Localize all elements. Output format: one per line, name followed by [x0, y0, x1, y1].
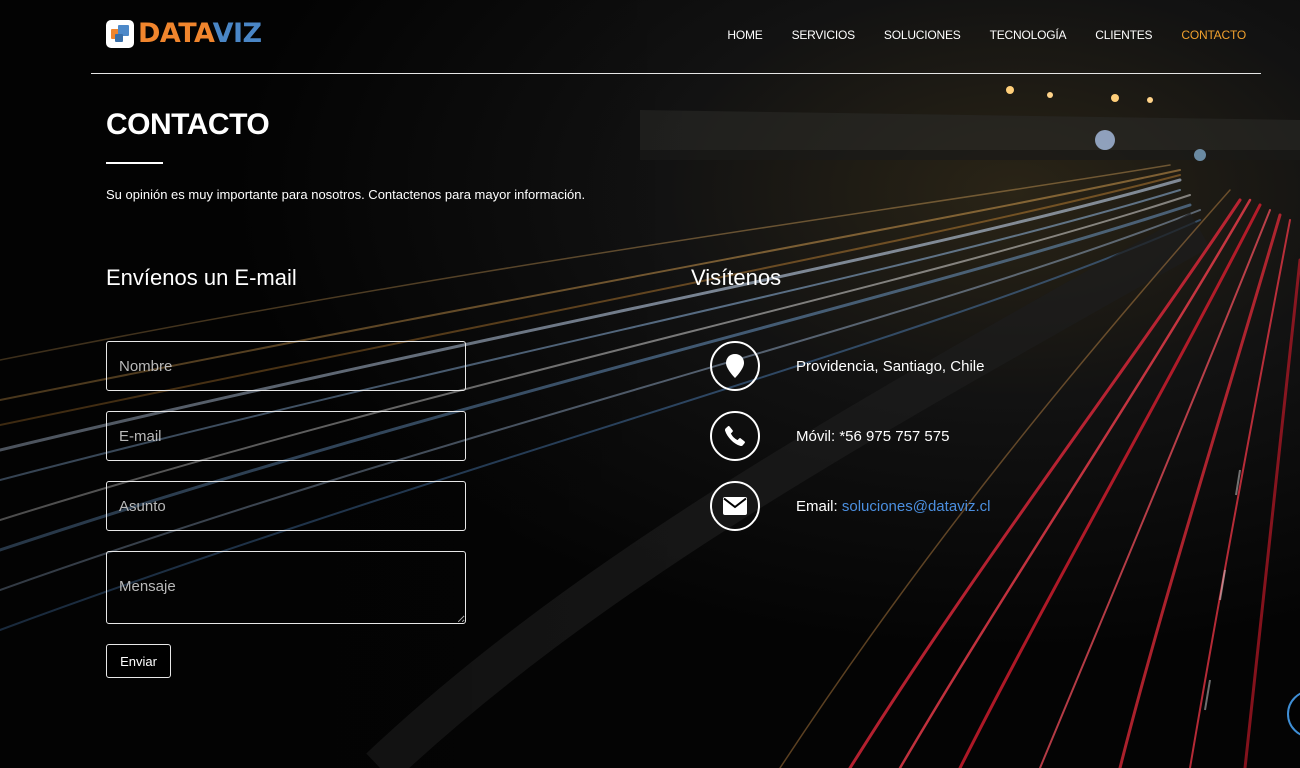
nav-item-servicios[interactable]: SERVICIOS [792, 28, 856, 42]
address-text: Providencia, Santiago, Chile [796, 357, 985, 375]
phone-label: Móvil: [796, 427, 836, 445]
envelope-icon [710, 481, 760, 531]
brand-name-part2: VIZ [212, 18, 263, 49]
brand-name: DATAVIZ [138, 18, 262, 49]
email-input[interactable] [106, 411, 466, 461]
phone-icon [710, 411, 760, 461]
map-marker-icon [710, 341, 760, 391]
form-heading: Envíenos un E-mail [106, 265, 297, 290]
site-header: DATAVIZ HOME SERVICIOS SOLUCIONES TECNOL… [91, 0, 1261, 74]
page-subtitle: Su opinión es muy importante para nosotr… [106, 187, 586, 202]
email-label: Email: [796, 497, 838, 515]
contact-page: DATAVIZ HOME SERVICIOS SOLUCIONES TECNOL… [0, 0, 1300, 768]
message-textarea[interactable] [106, 551, 466, 624]
nav-item-home[interactable]: HOME [727, 28, 762, 42]
nav-item-contacto[interactable]: CONTACTO [1181, 28, 1246, 42]
email-text: Email: soluciones@dataviz.cl [796, 498, 991, 515]
phone-text: Móvil: *56 975 757 575 [796, 428, 949, 445]
main-nav: HOME SERVICIOS SOLUCIONES TECNOLOGÍA CLI… [698, 28, 1246, 42]
brand-name-part1: DATA [138, 18, 213, 49]
address-row: Providencia, Santiago, Chile [710, 341, 984, 391]
nav-item-soluciones[interactable]: SOLUCIONES [884, 28, 961, 42]
logo-icon [106, 19, 134, 48]
visit-heading: Visítenos [691, 265, 782, 290]
email-row: Email: soluciones@dataviz.cl [710, 481, 991, 531]
send-button[interactable]: Enviar [106, 644, 171, 678]
phone-row: Móvil: *56 975 757 575 [710, 411, 949, 461]
name-input[interactable] [106, 341, 466, 391]
phone-number: *56 975 757 575 [839, 427, 950, 445]
brand-logo[interactable]: DATAVIZ [106, 18, 262, 49]
subject-input[interactable] [106, 481, 466, 531]
email-link[interactable]: soluciones@dataviz.cl [842, 498, 991, 515]
page-title: CONTACTO [106, 108, 270, 141]
title-underline [106, 162, 163, 164]
nav-item-tecnologia[interactable]: TECNOLOGÍA [990, 28, 1067, 42]
nav-item-clientes[interactable]: CLIENTES [1095, 28, 1152, 42]
